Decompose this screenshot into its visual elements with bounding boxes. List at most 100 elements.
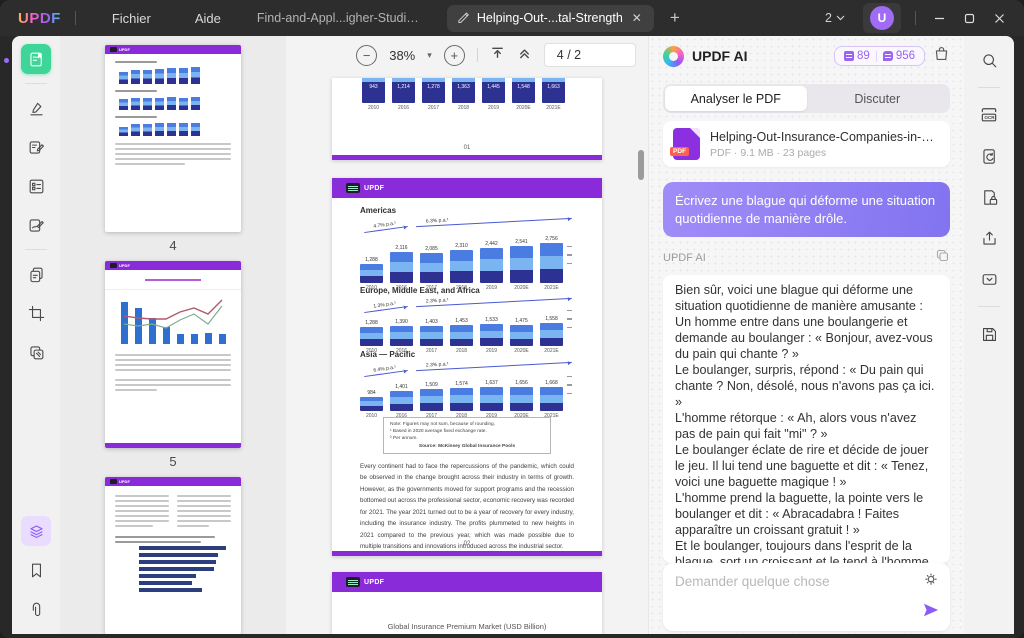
file-credit-icon xyxy=(844,51,854,61)
close-button[interactable] xyxy=(984,5,1014,31)
chart-title: Global Insurance Premium Market (USD Bil… xyxy=(332,622,602,631)
chart-emea: 1.3% p.a.¹2.3% p.a.¹1,28820101,39020161,… xyxy=(360,298,574,342)
thumbnail-page-number: 4 xyxy=(169,232,176,261)
section-title: Americas xyxy=(360,206,574,215)
minimize-button[interactable] xyxy=(924,5,954,31)
ask-anything-input[interactable] xyxy=(675,574,905,589)
assistant-label: UPDF AI xyxy=(663,252,706,264)
zoom-out-button[interactable]: − xyxy=(356,45,377,66)
tab-label: Helping-Out-...tal-Strength xyxy=(477,11,623,25)
ai-panel: UPDF AI 89 956 Analyser le PDF Discuter … xyxy=(648,36,964,634)
assistant-response: Bien sûr, voici une blague qui déforme u… xyxy=(663,275,950,563)
bookmark-button[interactable] xyxy=(21,555,51,585)
notification-dot xyxy=(4,58,9,63)
app-window: UPDF Fichier Aide Find-and-Appl...igher-… xyxy=(0,0,1024,638)
edit-text-button[interactable] xyxy=(21,132,51,162)
account-button[interactable]: U xyxy=(863,3,901,33)
protect-icon[interactable] xyxy=(975,183,1003,211)
forms-button[interactable] xyxy=(21,171,51,201)
thumbnail-chart xyxy=(113,294,233,352)
search-icon[interactable] xyxy=(975,46,1003,74)
maximize-button[interactable] xyxy=(954,5,984,31)
chart-page3-partial: 94320101,21420161,27820171,36320181,4452… xyxy=(362,78,572,111)
page-footer-bar xyxy=(332,155,602,160)
thumbnail-page-4[interactable]: UPDF xyxy=(105,45,241,232)
page-header-bar: UPDF xyxy=(332,572,602,592)
viewer-toolbar: − 38% ▾ + 4 / 2 xyxy=(286,36,648,74)
tab-analyze-pdf[interactable]: Analyser le PDF xyxy=(665,86,807,111)
tab-close-icon[interactable]: ✕ xyxy=(630,11,644,25)
divider xyxy=(25,249,47,250)
viewer-scrollbar[interactable] xyxy=(638,150,644,180)
save-icon[interactable] xyxy=(975,320,1003,348)
divider xyxy=(978,87,1000,88)
layers-button[interactable] xyxy=(21,516,51,546)
tab-document-1[interactable]: Find-and-Appl...igher-Studies xyxy=(243,11,433,25)
crop-button[interactable] xyxy=(21,298,51,328)
chart-americas: 4.7% p.a.¹6.3% p.a.¹1,28820102,11620162,… xyxy=(360,218,574,278)
right-toolbar: OCR xyxy=(964,36,1014,634)
thumbnail-page-number: 5 xyxy=(169,448,176,477)
organize-pages-button[interactable] xyxy=(21,259,51,289)
user-message-bubble: Écrivez une blague qui déforme une situa… xyxy=(663,182,950,237)
scroll-to-top-button[interactable] xyxy=(490,45,505,65)
divider xyxy=(915,11,916,25)
chevron-down-icon xyxy=(836,15,845,21)
ai-credits-badge[interactable]: 89 956 xyxy=(834,46,925,66)
updf-ai-logo xyxy=(663,46,684,67)
zoom-level[interactable]: 38% xyxy=(389,48,415,63)
ocr-icon[interactable]: OCR xyxy=(975,101,1003,129)
updf-doc-logo xyxy=(346,183,360,193)
divider xyxy=(477,48,478,62)
file-meta: PDF · 9.1 MB · 23 pages xyxy=(710,147,940,159)
pdf-viewer: − 38% ▾ + 4 / 2 94320101,21420161,2782 xyxy=(286,36,648,634)
zoom-dropdown-caret[interactable]: ▾ xyxy=(427,50,432,61)
pdf-page-5: UPDF Global Insurance Premium Market (US… xyxy=(332,572,602,634)
thumbnail-page-6[interactable]: UPDF xyxy=(105,477,241,634)
thumbnail-page-5[interactable]: UPDF xyxy=(105,261,241,448)
prompt-ideas-icon[interactable] xyxy=(923,572,939,593)
ai-input-box[interactable] xyxy=(663,563,950,631)
page-footer-number: 02 xyxy=(332,541,602,547)
window-frame xyxy=(0,634,1024,638)
page-indicator-input[interactable]: 4 / 2 xyxy=(544,43,636,67)
chart-asia-pacific: 6.4% p.a.¹2.3% p.a.¹98420101,40120161,50… xyxy=(360,362,574,408)
file-card[interactable]: PDF Helping-Out-Insurance-Companies-in-U… xyxy=(663,121,950,167)
sign-button[interactable] xyxy=(21,210,51,240)
titlebar: UPDF Fichier Aide Find-and-Appl...igher-… xyxy=(0,0,1024,36)
menu-file[interactable]: Fichier xyxy=(90,11,173,26)
convert-icon[interactable] xyxy=(975,142,1003,170)
menu-help[interactable]: Aide xyxy=(173,11,243,26)
previous-section-button[interactable] xyxy=(517,45,532,65)
annotate-button[interactable] xyxy=(21,93,51,123)
file-name: Helping-Out-Insurance-Companies-in-Unloc… xyxy=(710,130,940,144)
ai-panel-title: UPDF AI xyxy=(692,48,747,64)
updf-doc-logo xyxy=(346,577,360,587)
page-footer-bar xyxy=(332,551,602,556)
copy-icon[interactable] xyxy=(935,248,950,268)
zoom-in-button[interactable]: + xyxy=(444,45,465,66)
send-icon[interactable] xyxy=(922,602,940,623)
upgrade-store-icon[interactable] xyxy=(933,45,950,67)
chat-credit-icon xyxy=(883,51,893,61)
pdf-page-3: 94320101,21420161,27820171,36320181,4452… xyxy=(332,78,602,160)
divider xyxy=(978,306,1000,307)
share-icon[interactable] xyxy=(975,224,1003,252)
updf-logo: UPDF xyxy=(18,10,61,27)
pdf-file-icon: PDF xyxy=(673,128,700,160)
ai-tab-bar: Analyser le PDF Discuter xyxy=(663,84,950,113)
document-area[interactable]: 94320101,21420161,27820171,36320181,4452… xyxy=(286,74,648,634)
new-tab-button[interactable]: + xyxy=(670,8,680,28)
attachment-button[interactable] xyxy=(21,594,51,624)
tab-document-2[interactable]: Helping-Out-...tal-Strength ✕ xyxy=(447,5,654,32)
reader-mode-button[interactable] xyxy=(21,44,51,74)
batch-button[interactable] xyxy=(21,337,51,367)
collapse-panel-icon[interactable] xyxy=(975,265,1003,293)
tab-count-dropdown[interactable]: 2 xyxy=(825,11,845,25)
window-frame xyxy=(0,36,12,634)
divider xyxy=(75,11,76,25)
svg-text:OCR: OCR xyxy=(984,115,995,120)
page-header-bar: UPDF xyxy=(332,178,602,198)
chart-note-box: Note: Figures may not sum, because of ro… xyxy=(383,417,551,454)
tab-chat[interactable]: Discuter xyxy=(807,86,949,111)
